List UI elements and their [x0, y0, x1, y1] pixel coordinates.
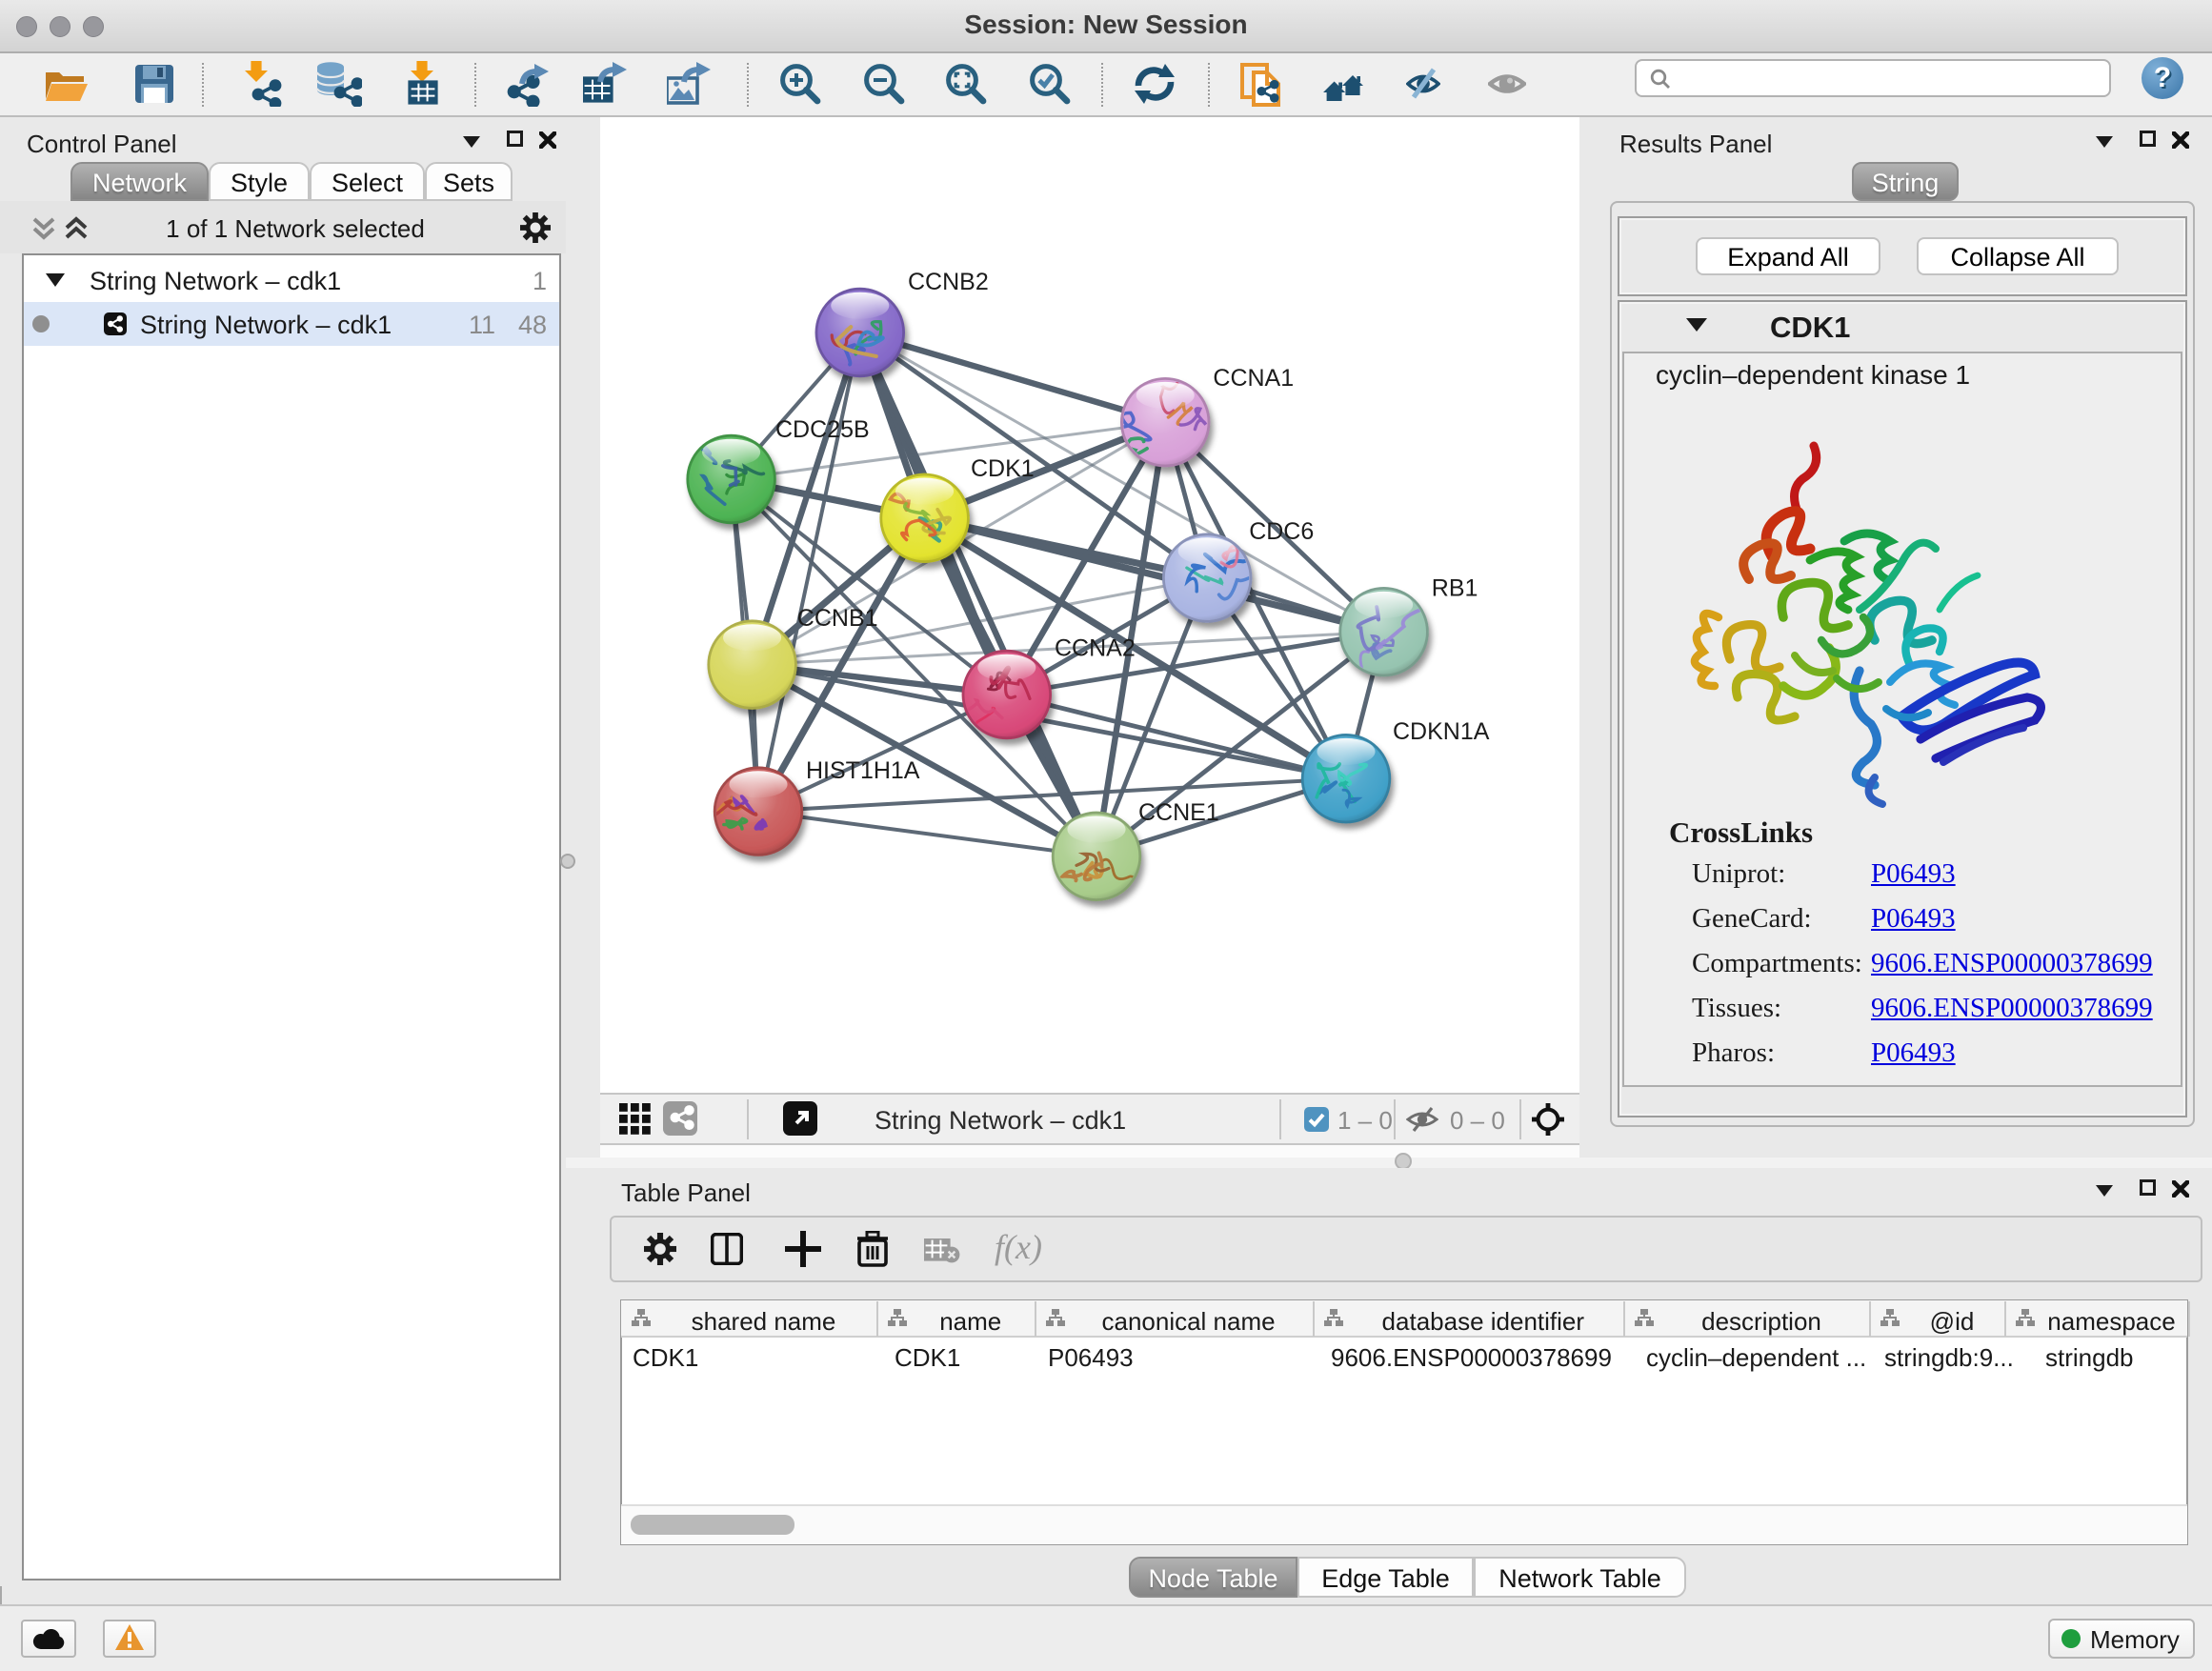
- svg-text:CCNA1: CCNA1: [1213, 365, 1294, 392]
- svg-text:RB1: RB1: [1432, 575, 1478, 602]
- svg-text:HIST1H1A: HIST1H1A: [806, 757, 920, 784]
- svg-text:CDK1: CDK1: [971, 455, 1035, 482]
- svg-text:CDC6: CDC6: [1249, 518, 1314, 545]
- svg-text:CCNB1: CCNB1: [797, 605, 878, 632]
- svg-text:CCNA2: CCNA2: [1055, 634, 1136, 661]
- svg-text:CCNB2: CCNB2: [908, 269, 989, 295]
- svg-text:CCNE1: CCNE1: [1138, 799, 1219, 826]
- svg-text:CDKN1A: CDKN1A: [1393, 718, 1490, 745]
- svg-text:CDC25B: CDC25B: [775, 416, 870, 443]
